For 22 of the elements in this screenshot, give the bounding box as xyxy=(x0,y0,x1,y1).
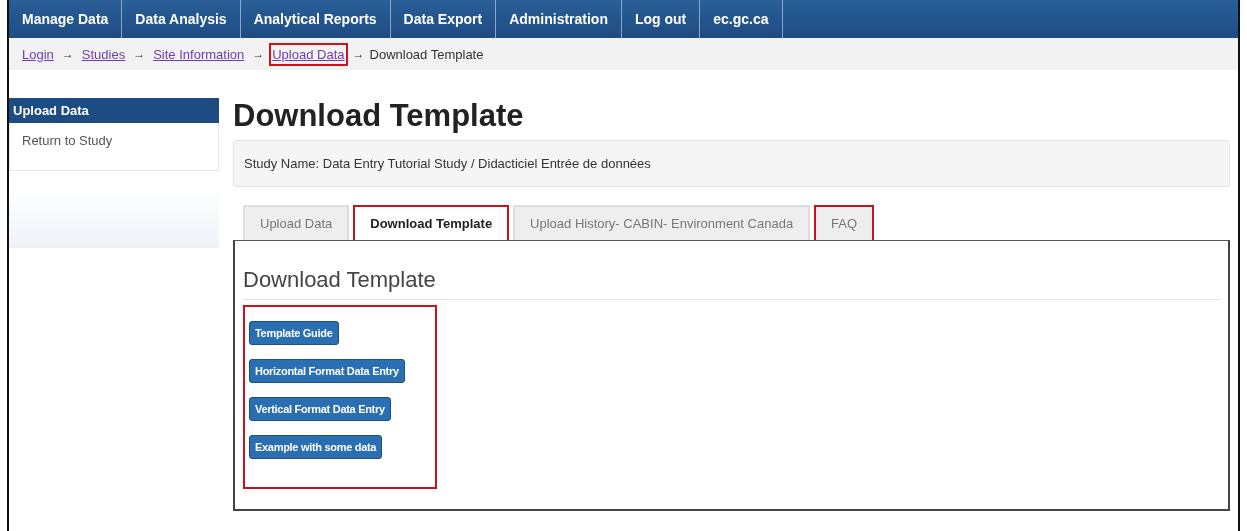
breadcrumb-separator: → xyxy=(61,47,74,61)
download-button[interactable]: Horizontal Format Data Entry xyxy=(249,359,405,383)
breadcrumb-separator: → xyxy=(252,47,265,61)
download-button[interactable]: Vertical Format Data Entry xyxy=(249,397,391,421)
breadcrumb-link[interactable]: Login xyxy=(19,42,57,66)
download-button[interactable]: Example with some data xyxy=(249,435,383,459)
breadcrumb-link[interactable]: Site Information xyxy=(150,42,248,66)
breadcrumb-link[interactable]: Studies xyxy=(78,42,129,66)
page-title: Download Template xyxy=(233,98,525,134)
download-button[interactable]: Template Guide xyxy=(249,321,339,345)
sidebar-item[interactable]: Return to Study xyxy=(9,123,219,171)
breadcrumb-current: Download Template xyxy=(369,46,484,62)
tab[interactable]: Upload History- CABIN- Environment Canada xyxy=(513,205,811,240)
tab[interactable]: Download Template xyxy=(353,205,510,240)
tab[interactable]: FAQ xyxy=(814,205,875,240)
panel-heading: Download Template xyxy=(243,267,1220,300)
study-name: Study Name: Data Entry Tutorial Study / Didacticiel Entrée de données xyxy=(233,140,1230,187)
breadcrumb-separator: → xyxy=(133,47,146,61)
tab[interactable]: Upload Data xyxy=(243,205,350,240)
breadcrumb-link[interactable]: Upload Data xyxy=(269,42,348,66)
breadcrumb-separator: → xyxy=(352,47,365,61)
sidebar-header: Upload Data xyxy=(9,98,219,123)
